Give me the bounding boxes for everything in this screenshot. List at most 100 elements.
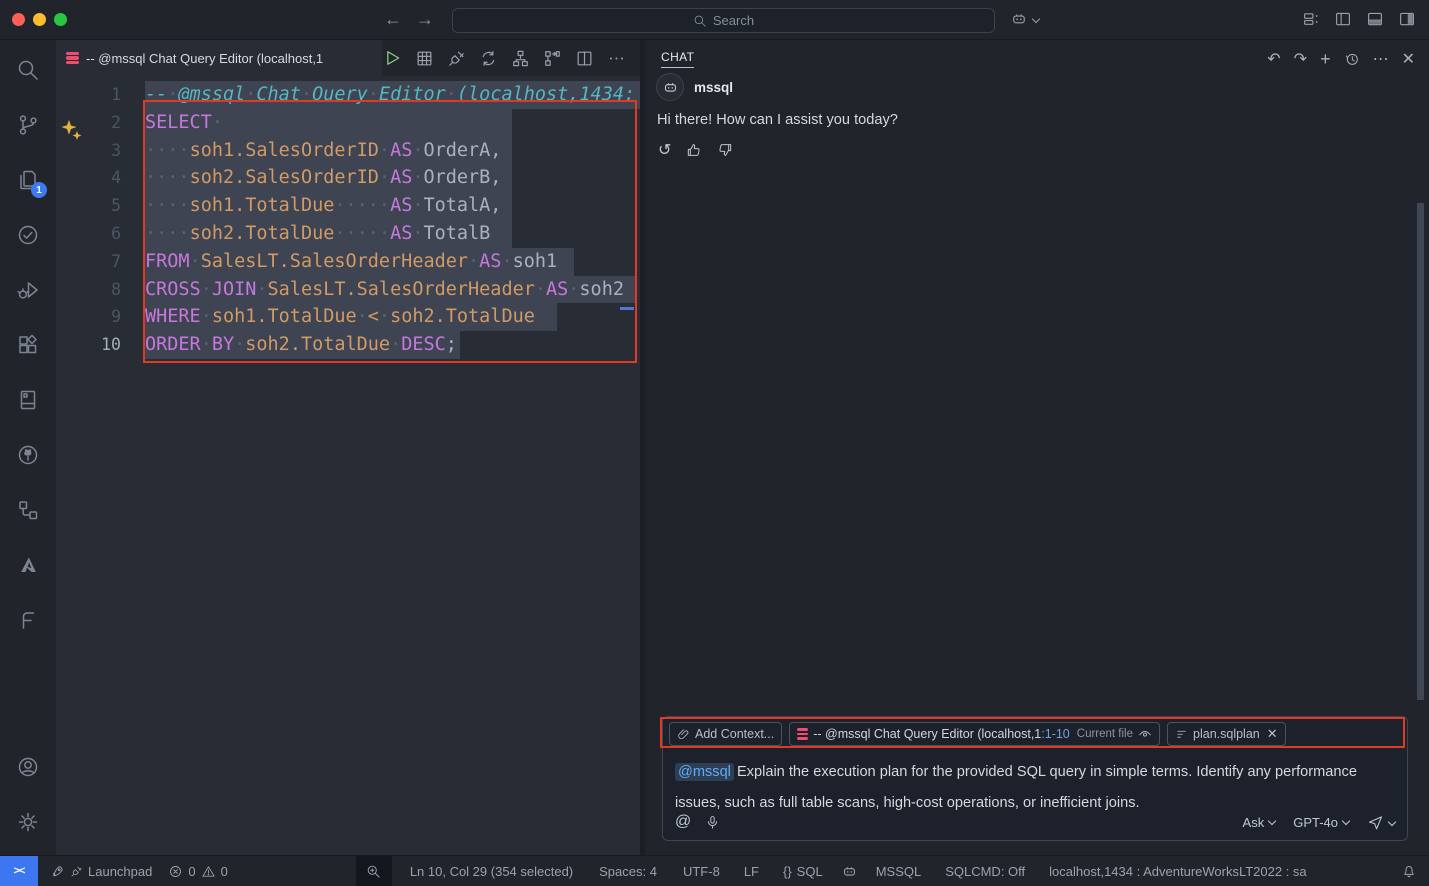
notifications-bell[interactable] <box>1401 863 1417 879</box>
sidebar-item-source-control[interactable] <box>0 97 56 152</box>
sidebar-item-mssql-tasks[interactable] <box>0 207 56 262</box>
line-number: 1 <box>56 81 121 109</box>
editor-tab-bar: -- @mssql Chat Query Editor (localhost,1 <box>56 40 640 76</box>
chat-scrollbar[interactable] <box>1417 203 1424 700</box>
attached-plan-label: plan.sqlplan <box>1193 727 1260 741</box>
error-count: 0 <box>188 864 195 879</box>
model-picker[interactable]: GPT-4o <box>1293 815 1349 830</box>
more-icon[interactable]: ⋯ <box>1373 49 1389 69</box>
notebook-icon <box>16 388 40 412</box>
line-number: 4 <box>56 164 121 192</box>
copilot-icon <box>841 863 858 880</box>
connect-plug-icon[interactable] <box>447 49 466 68</box>
command-center-search[interactable]: Search <box>452 8 995 33</box>
sidebar-item-run-debug[interactable] <box>0 262 56 317</box>
toggle-primary-sidebar-icon[interactable] <box>1334 10 1352 28</box>
fabric-icon <box>16 608 40 632</box>
schema-designer-icon[interactable] <box>511 49 530 68</box>
chevron-down-icon <box>1268 816 1276 824</box>
remote-indicator[interactable]: >< <box>0 856 38 886</box>
search-icon <box>16 58 40 82</box>
sidebar-item-extensions[interactable] <box>0 317 56 372</box>
new-chat-icon[interactable]: + <box>1320 49 1331 70</box>
launchpad-status-item[interactable]: Launchpad <box>50 864 152 879</box>
sqlcmd-status-item[interactable]: SQLCMD: Off <box>945 864 1025 879</box>
explorer-badge: 1 <box>31 182 47 198</box>
language-mode[interactable]: {} SQL <box>783 864 823 879</box>
editor-tab[interactable]: -- @mssql Chat Query Editor (localhost,1 <box>56 40 382 76</box>
split-editor-icon[interactable] <box>575 49 594 68</box>
code-line: FROM·SalesLT.SalesOrderHeader·AS·soh1 <box>145 248 640 276</box>
encoding-status[interactable]: UTF-8 <box>683 864 720 879</box>
undo-icon[interactable]: ↶ <box>1267 49 1280 69</box>
sidebar-item-account[interactable] <box>0 739 56 794</box>
results-grid-icon[interactable] <box>415 49 434 68</box>
copilot-status-item[interactable] <box>841 863 858 880</box>
editor-group: -- @mssql Chat Query Editor (localhost,1… <box>56 40 640 855</box>
sidebar-item-settings[interactable] <box>0 794 56 849</box>
mention-context-icon[interactable]: @ <box>675 813 691 831</box>
microphone-icon[interactable] <box>705 815 720 830</box>
attached-plan-chip[interactable]: plan.sqlplan ✕ <box>1167 722 1286 746</box>
sidebar-item-search[interactable] <box>0 42 56 97</box>
zoom-status-item[interactable] <box>356 856 392 886</box>
eye-icon[interactable] <box>1138 727 1152 741</box>
context-attachments: Add Context... -- @mssql Chat Query Edit… <box>669 722 1286 746</box>
thumbs-up-icon[interactable] <box>686 142 702 158</box>
cursor-position[interactable]: Ln 10, Col 29 (354 selected) <box>410 864 573 879</box>
history-icon[interactable] <box>1344 51 1360 67</box>
mode-picker[interactable]: Ask <box>1243 815 1276 830</box>
attached-file-title: -- @mssql Chat Query Editor (localhost,1… <box>813 727 1070 741</box>
sidebar-item-azure[interactable] <box>0 537 56 592</box>
chat-input-text[interactable]: @mssqlExplain the execution plan for the… <box>675 757 1397 819</box>
add-context-button[interactable]: Add Context... <box>669 722 782 746</box>
toggle-panel-icon[interactable] <box>1366 10 1384 28</box>
code-area: --·@mssql·Chat·Query·Editor·(localhost,1… <box>145 81 640 359</box>
sidebar-item-remote-explorer[interactable] <box>0 482 56 537</box>
back-icon[interactable]: ← <box>384 9 402 30</box>
regenerate-icon[interactable]: ↺ <box>658 140 671 160</box>
chat-input-container[interactable]: Add Context... -- @mssql Chat Query Edit… <box>662 716 1408 841</box>
toggle-secondary-sidebar-icon[interactable] <box>1398 10 1416 28</box>
mssql-status-item[interactable]: MSSQL <box>876 864 922 879</box>
tab-title: -- @mssql Chat Query Editor (localhost,1 <box>86 51 323 66</box>
forward-icon[interactable]: → <box>416 9 434 30</box>
close-icon[interactable]: ✕ <box>1402 49 1415 69</box>
settings-gear-icon <box>16 810 40 834</box>
warning-count: 0 <box>221 864 228 879</box>
code-editor[interactable]: 12345678910 --·@mssql·Chat·Query·Editor·… <box>56 76 640 855</box>
azure-icon <box>16 553 40 577</box>
thumbs-down-icon[interactable] <box>717 142 733 158</box>
line-number: 9 <box>56 303 121 331</box>
line-number: 3 <box>56 137 121 165</box>
account-icon <box>16 755 40 779</box>
copilot-menu-button[interactable] <box>1010 10 1039 28</box>
redo-icon[interactable]: ↷ <box>1294 49 1307 69</box>
estimated-plan-icon[interactable] <box>479 49 498 68</box>
sidebar-item-explorer[interactable]: 1 <box>0 152 56 207</box>
launchpad-label: Launchpad <box>88 864 152 879</box>
sidebar-item-notebooks[interactable] <box>0 372 56 427</box>
query-plan-icon[interactable] <box>543 49 562 68</box>
problems-status-item[interactable]: 0 0 <box>168 864 227 879</box>
customize-layout-icon[interactable] <box>1302 10 1320 28</box>
plug-icon <box>70 865 83 878</box>
indentation-status[interactable]: Spaces: 4 <box>599 864 657 879</box>
sidebar-item-fabric[interactable] <box>0 592 56 647</box>
more-actions-icon[interactable] <box>607 49 626 68</box>
run-query-icon[interactable] <box>382 48 402 68</box>
close-window-button[interactable] <box>12 13 25 26</box>
language-label: SQL <box>797 864 823 879</box>
zoom-window-button[interactable] <box>54 13 67 26</box>
chat-panel: CHAT ↶ ↷ + ⋯ ✕ mssql Hi there! How can I… <box>645 40 1429 855</box>
attached-file-chip[interactable]: -- @mssql Chat Query Editor (localhost,1… <box>789 722 1160 746</box>
code-line: --·@mssql·Chat·Query·Editor·(localhost,1… <box>145 81 640 109</box>
chevron-down-icon <box>1388 818 1396 826</box>
minimize-window-button[interactable] <box>33 13 46 26</box>
connection-status-item[interactable]: localhost,1434 : AdventureWorksLT2022 : … <box>1049 864 1307 879</box>
remove-attachment-icon[interactable]: ✕ <box>1267 726 1278 742</box>
eol-status[interactable]: LF <box>744 864 759 879</box>
send-button[interactable] <box>1367 814 1395 831</box>
sidebar-item-github[interactable] <box>0 427 56 482</box>
tab-chat[interactable]: CHAT <box>661 50 694 68</box>
